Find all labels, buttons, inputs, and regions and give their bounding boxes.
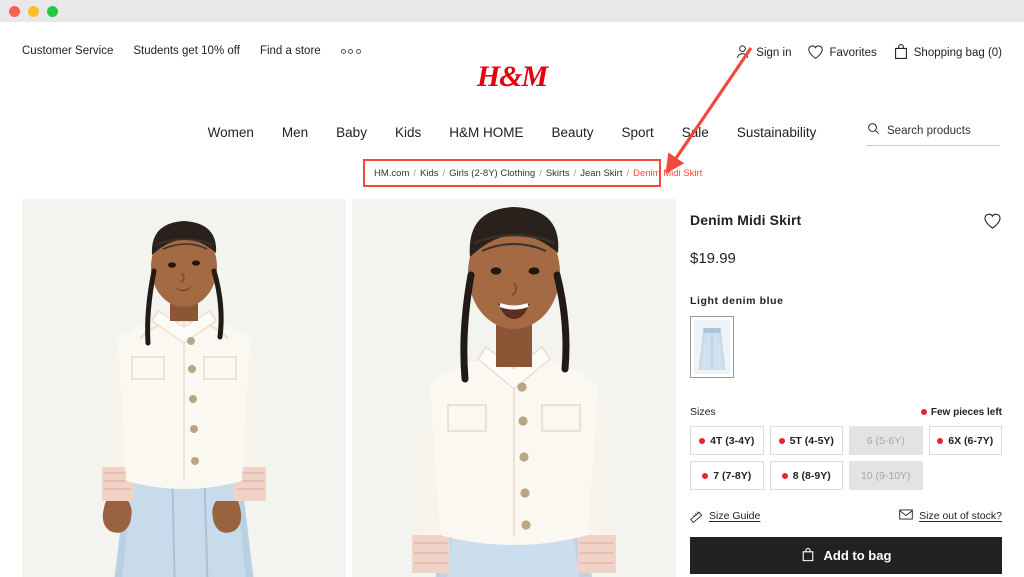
size-out-of-stock-link[interactable]: Size out of stock? (899, 509, 1002, 523)
search-input[interactable] (887, 125, 1000, 137)
nav-item-kids[interactable]: Kids (395, 125, 421, 140)
breadcrumb: HM.com / Kids / Girls (2-8Y) Clothing / … (374, 168, 702, 179)
product-image-1[interactable] (22, 199, 346, 577)
shopping-bag-icon (893, 43, 909, 63)
size-selector: 4T (3-4Y) 5T (4-5Y) 6 (5-6Y) 6X (6-7Y) 7… (690, 426, 1002, 490)
account-bar: Sign in Favorites Shopping bag (0) (734, 43, 1002, 63)
search-icon (867, 122, 880, 140)
size-option-8[interactable]: 8 (8-9Y) (769, 461, 843, 490)
hm-logo[interactable]: H&M (477, 60, 548, 94)
nav-item-men[interactable]: Men (282, 125, 308, 140)
size-option-label: 4T (3-4Y) (710, 434, 755, 447)
size-option-5t[interactable]: 5T (4-5Y) (769, 426, 843, 455)
breadcrumb-separator: / (413, 167, 417, 179)
size-option-label: 7 (7-8Y) (713, 469, 752, 482)
utility-links: Customer Service Students get 10% off Fi… (22, 45, 361, 57)
maximize-window-button[interactable] (47, 5, 58, 17)
nav-item-sale[interactable]: Sale (682, 125, 709, 140)
size-option-4t[interactable]: 4T (3-4Y) (690, 426, 764, 455)
size-option-label: 6 (5-6Y) (866, 434, 905, 447)
sizes-header: Sizes Few pieces left (690, 406, 1002, 418)
nav-item-baby[interactable]: Baby (336, 125, 367, 140)
size-option-6x[interactable]: 6X (6-7Y) (928, 426, 1002, 455)
favorites-label: Favorites (829, 47, 877, 59)
favorite-heart-icon[interactable] (983, 212, 1002, 235)
utility-link-customer-service[interactable]: Customer Service (22, 45, 113, 57)
window-titlebar (0, 0, 1024, 22)
favorites-button[interactable]: Favorites (807, 44, 877, 63)
sizes-label: Sizes (690, 406, 716, 418)
size-guide-link[interactable]: Size Guide (690, 508, 760, 524)
few-left-dot-icon (702, 472, 709, 479)
size-help-links: Size Guide Size out of stock? (690, 508, 1002, 524)
nav-item-sport[interactable]: Sport (622, 125, 654, 140)
few-left-dot-icon (781, 472, 788, 479)
color-swatch-light-denim-blue[interactable] (690, 316, 734, 378)
size-guide-label: Size Guide (709, 510, 761, 522)
size-option-label: 5T (4-5Y) (789, 434, 834, 447)
breadcrumb-item-jean-skirt[interactable]: Jean Skirt (580, 168, 622, 179)
nav-item-beauty[interactable]: Beauty (551, 125, 593, 140)
size-option-7[interactable]: 7 (7-8Y) (690, 461, 764, 490)
few-pieces-left-legend: Few pieces left (920, 406, 1002, 418)
few-left-dot-icon (937, 437, 944, 444)
add-to-bag-button[interactable]: Add to bag (690, 537, 1002, 574)
few-left-dot-icon (778, 437, 785, 444)
minimize-window-button[interactable] (28, 5, 39, 17)
breadcrumb-separator: / (539, 167, 542, 179)
utility-link-find-a-store[interactable]: Find a store (260, 45, 321, 57)
shopping-bag-button[interactable]: Shopping bag (0) (893, 43, 1002, 63)
product-gallery (22, 199, 676, 577)
nav-item-women[interactable]: Women (208, 125, 254, 140)
more-menu-icon[interactable] (340, 48, 361, 54)
nav-item-sustainability[interactable]: Sustainability (737, 125, 817, 140)
nav-item-hm-home[interactable]: H&M HOME (449, 125, 523, 140)
size-option-label: 6X (6-7Y) (948, 434, 994, 447)
shopping-bag-icon (801, 547, 815, 565)
breadcrumb-highlight-box: HM.com / Kids / Girls (2-8Y) Clothing / … (363, 159, 702, 187)
search-box[interactable] (867, 122, 1000, 146)
heart-icon (807, 44, 824, 63)
ruler-icon (690, 508, 703, 524)
few-left-dot-icon (699, 437, 706, 444)
product-price: $19.99 (690, 250, 736, 267)
product-image-2[interactable] (352, 199, 676, 577)
breadcrumb-item-girls-clothing[interactable]: Girls (2-8Y) Clothing (449, 168, 535, 179)
few-pieces-left-label: Few pieces left (930, 406, 1002, 418)
few-left-dot-icon (920, 409, 927, 415)
page-canvas: Customer Service Students get 10% off Fi… (0, 22, 1024, 577)
size-option-label: 8 (8-9Y) (792, 469, 831, 482)
breadcrumb-separator: / (442, 167, 446, 179)
breadcrumb-item-hm-com[interactable]: HM.com (374, 168, 409, 179)
swatch-thumbnail (694, 320, 730, 374)
color-swatch-list (690, 316, 1002, 378)
size-option-6: 6 (5-6Y) (849, 426, 923, 455)
breadcrumb-separator: / (626, 167, 630, 179)
add-to-bag-label: Add to bag (823, 548, 892, 563)
product-title: Denim Midi Skirt (690, 212, 802, 228)
size-option-10: 10 (9-10Y) (849, 461, 923, 490)
product-detail-panel: Denim Midi Skirt $19.99 Light denim blue (690, 212, 1002, 577)
close-window-button[interactable] (9, 5, 20, 17)
utility-link-students-discount[interactable]: Students get 10% off (133, 45, 240, 57)
envelope-icon (899, 509, 913, 523)
sign-in-button[interactable]: Sign in (734, 43, 791, 63)
product-color-label: Light denim blue (690, 295, 784, 307)
size-out-of-stock-label: Size out of stock? (919, 510, 1002, 522)
user-icon (734, 43, 751, 63)
shopping-bag-label: Shopping bag (0) (913, 47, 1002, 59)
breadcrumb-item-skirts[interactable]: Skirts (546, 168, 570, 179)
breadcrumb-separator: / (573, 167, 577, 179)
breadcrumb-item-current: Denim Midi Skirt (633, 167, 703, 179)
size-option-label: 10 (9-10Y) (860, 469, 911, 482)
product-title-row: Denim Midi Skirt (690, 212, 1002, 235)
breadcrumb-item-kids[interactable]: Kids (420, 168, 438, 179)
sign-in-label: Sign in (756, 47, 792, 59)
